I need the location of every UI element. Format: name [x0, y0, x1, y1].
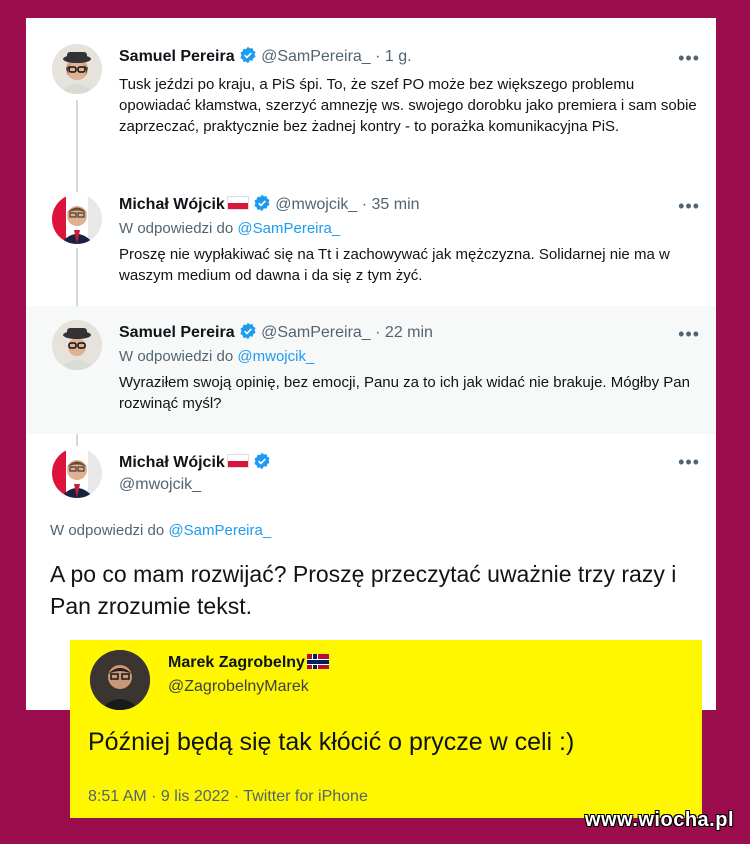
avatar[interactable]: [52, 44, 102, 94]
quote-author-handle[interactable]: @ZagrobelnyMarek: [168, 678, 309, 696]
author-name[interactable]: Samuel Pereira: [119, 48, 235, 65]
reply-to-link[interactable]: @mwojcik_: [237, 348, 314, 365]
watermark: www.wiocha.pl: [584, 809, 734, 831]
tweet[interactable]: Samuel Pereira @SamPereira_ · 1 g. ••• T…: [26, 32, 716, 182]
quote-author-name[interactable]: Marek Zagrobelny: [168, 654, 329, 672]
more-options-icon[interactable]: •••: [678, 324, 700, 345]
author-handle[interactable]: @mwojcik_: [275, 196, 357, 213]
verified-icon: [239, 322, 257, 345]
poland-flag-icon: [226, 454, 249, 468]
more-options-icon[interactable]: •••: [678, 196, 700, 217]
author-handle[interactable]: @mwojcik_: [119, 476, 201, 494]
more-options-icon[interactable]: •••: [678, 452, 700, 473]
reply-to-link[interactable]: @SamPereira_: [168, 522, 271, 539]
main-tweet[interactable]: Michał Wójcik @mwojcik_ ••• W odpowiedzi…: [26, 434, 716, 654]
tweet-header: Michał Wójcik @mwojcik_ · 35 min: [119, 194, 420, 217]
main-tweet-text: A po co mam rozwijać? Proszę przeczytać …: [50, 561, 677, 619]
tweet-header: Samuel Pereira @SamPereira_ · 22 min: [119, 322, 433, 345]
tweet-time[interactable]: · 1 g.: [375, 48, 411, 65]
tweet-time[interactable]: · 35 min: [362, 196, 420, 213]
avatar[interactable]: [52, 448, 102, 498]
reply-prefix: W odpowiedzi do: [50, 522, 165, 539]
avatar[interactable]: [90, 650, 150, 710]
author-name[interactable]: Michał Wójcik: [119, 454, 225, 471]
quoted-tweet[interactable]: Marek Zagrobelny @ZagrobelnyMarek Późnie…: [70, 640, 702, 818]
tweet-header: Samuel Pereira @SamPereira_ · 1 g.: [119, 46, 412, 69]
reply-context: W odpowiedzi do @SamPereira_: [50, 522, 271, 539]
verified-icon: [253, 194, 271, 217]
verified-icon: [253, 452, 271, 475]
more-options-icon[interactable]: •••: [678, 48, 700, 69]
author-name[interactable]: Samuel Pereira: [119, 324, 235, 341]
quote-author-name-text: Marek Zagrobelny: [168, 654, 305, 671]
author-handle[interactable]: @SamPereira_: [261, 48, 371, 65]
reply-prefix: W odpowiedzi do: [119, 348, 234, 365]
reply-context: W odpowiedzi do @SamPereira_: [119, 220, 340, 237]
reply-context: W odpowiedzi do @mwojcik_: [119, 348, 314, 365]
reply-to-link[interactable]: @SamPereira_: [237, 220, 340, 237]
tweet[interactable]: Samuel Pereira @SamPereira_ · 22 min •••…: [26, 306, 716, 434]
avatar[interactable]: [52, 194, 102, 244]
norway-flag-icon: [306, 654, 329, 669]
tweet-text: Tusk jeździ po kraju, a PiS śpi. To, że …: [119, 76, 697, 135]
author-handle[interactable]: @SamPereira_: [261, 324, 371, 341]
tweet-time[interactable]: · 22 min: [375, 324, 433, 341]
quote-meta[interactable]: 8:51 AM · 9 lis 2022 · Twitter for iPhon…: [88, 788, 368, 806]
tweet-header: Michał Wójcik: [119, 452, 271, 475]
verified-icon: [239, 46, 257, 69]
tweet-text: Wyraziłem swoją opinię, bez emocji, Panu…: [119, 374, 690, 412]
reply-prefix: W odpowiedzi do: [119, 220, 234, 237]
poland-flag-icon: [226, 196, 249, 210]
avatar[interactable]: [52, 320, 102, 370]
tweet[interactable]: Michał Wójcik @mwojcik_ · 35 min ••• W o…: [26, 182, 716, 306]
author-name[interactable]: Michał Wójcik: [119, 196, 225, 213]
tweet-text: Proszę nie wypłakiwać się na Tt i zachow…: [119, 246, 670, 284]
quote-text: Później będą się tak kłócić o prycze w c…: [88, 728, 575, 756]
